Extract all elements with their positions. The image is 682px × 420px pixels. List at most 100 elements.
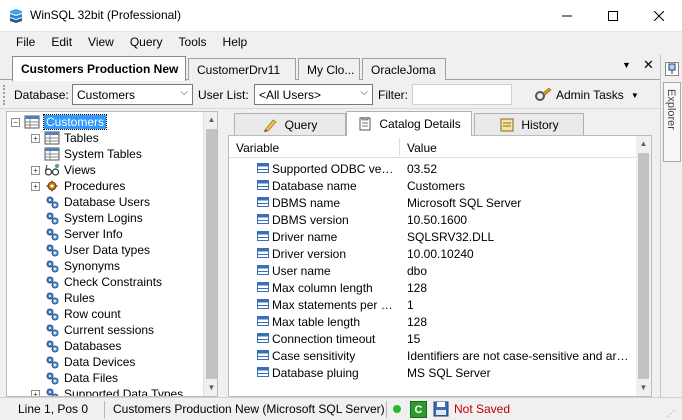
scroll-up-icon[interactable]: ▲ xyxy=(204,112,217,128)
table-row[interactable]: DBMS name Microsoft SQL Server xyxy=(229,194,637,211)
tab-query[interactable]: Query xyxy=(234,113,346,135)
close-button[interactable] xyxy=(636,0,682,31)
grid-header: Variable Value xyxy=(229,136,637,158)
tab-my-clo[interactable]: My Clo... xyxy=(298,58,360,80)
table-row[interactable]: Max statements per con... 1 xyxy=(229,296,637,313)
tree-item[interactable]: Row count xyxy=(44,306,121,322)
tree-item[interactable]: Databases xyxy=(44,338,121,354)
property-icon xyxy=(257,265,269,275)
resize-grip-icon[interactable]: ⋰ xyxy=(667,409,675,418)
table-row[interactable]: Database pluing MS SQL Server xyxy=(229,364,637,381)
table-row[interactable]: Supported ODBC version 03.52 xyxy=(229,160,637,177)
property-icon xyxy=(257,180,269,190)
row-variable: Database pluing xyxy=(272,366,359,380)
tab-list-dropdown-icon[interactable]: ▼ xyxy=(622,60,631,70)
scroll-down-icon[interactable]: ▼ xyxy=(636,380,651,396)
column-header-variable[interactable]: Variable xyxy=(236,141,279,155)
tree-item[interactable]: Rules xyxy=(44,290,95,306)
tree-item[interactable]: Current sessions xyxy=(44,322,154,338)
expand-icon[interactable]: + xyxy=(31,389,40,396)
table-row[interactable]: Driver version 10.00.10240 xyxy=(229,245,637,262)
expand-icon[interactable]: + xyxy=(31,181,40,191)
filter-input[interactable] xyxy=(412,84,512,105)
user-list-select-value: <All Users> xyxy=(259,88,322,102)
pin-icon[interactable] xyxy=(665,62,679,76)
table-row[interactable]: Case sensitivity Identifiers are not case… xyxy=(229,347,637,364)
tree-item-label: Rules xyxy=(64,291,95,305)
explorer-panel: Explorer xyxy=(660,54,682,397)
tab-oraclejoma[interactable]: OracleJoma xyxy=(362,58,446,80)
tree-item[interactable]: Check Constraints xyxy=(44,274,162,290)
menu-tools[interactable]: Tools xyxy=(171,32,215,54)
row-value: 128 xyxy=(407,281,428,295)
database-select[interactable]: Customers ⌵ xyxy=(72,84,193,105)
tab-close-icon[interactable]: ✕ xyxy=(643,57,654,73)
procedure-icon xyxy=(46,180,58,192)
title-bar: WinSQL 32bit (Professional) xyxy=(0,0,682,32)
tree-item[interactable]: Data Devices xyxy=(44,354,135,370)
menu-view[interactable]: View xyxy=(80,32,122,54)
tree-item[interactable]: Server Info xyxy=(44,226,123,242)
property-icon xyxy=(257,231,269,241)
toolbar-grip[interactable] xyxy=(3,85,7,105)
row-value: SQLSRV32.DLL xyxy=(407,230,495,244)
tree-item[interactable]: Data Files xyxy=(44,370,118,386)
expand-icon[interactable]: + xyxy=(31,133,40,143)
grid-scroll-thumb[interactable] xyxy=(638,153,649,379)
tree-item-label: Data Devices xyxy=(64,355,136,369)
menu-query[interactable]: Query xyxy=(122,32,171,54)
menu-edit[interactable]: Edit xyxy=(43,32,80,54)
tree-item[interactable]: + Supported Data Types xyxy=(31,386,183,396)
minimize-button[interactable] xyxy=(544,0,590,31)
admin-tasks-button[interactable]: Admin Tasks ▼ xyxy=(534,84,652,106)
tab-customerdrv11[interactable]: CustomerDrv11 xyxy=(188,58,296,80)
menu-file[interactable]: File xyxy=(0,32,43,54)
tree-item[interactable]: Synonyms xyxy=(44,258,120,274)
explorer-side-tab[interactable]: Explorer xyxy=(663,82,681,162)
table-row[interactable]: DBMS version 10.50.1600 xyxy=(229,211,637,228)
menu-help[interactable]: Help xyxy=(215,32,256,54)
row-value: 10.00.10240 xyxy=(407,247,474,261)
tab-catalog-details[interactable]: Catalog Details xyxy=(346,111,472,136)
commit-mode-icon[interactable]: C xyxy=(410,401,427,418)
table-row[interactable]: Connection timeout 15 xyxy=(229,330,637,347)
tree-item[interactable]: User Data types xyxy=(44,242,150,258)
row-variable: DBMS name xyxy=(272,196,341,210)
tree-item[interactable]: + Views xyxy=(31,162,96,178)
scroll-down-icon[interactable]: ▼ xyxy=(204,380,217,396)
table-row[interactable]: Database name Customers xyxy=(229,177,637,194)
tree-item[interactable]: System Tables xyxy=(44,146,142,162)
maximize-button[interactable] xyxy=(590,0,636,31)
table-row[interactable]: User name dbo xyxy=(229,262,637,279)
table-row[interactable]: Driver name SQLSRV32.DLL xyxy=(229,228,637,245)
user-list-select[interactable]: <All Users> ⌵ xyxy=(254,84,373,105)
tab-history[interactable]: History xyxy=(474,113,584,135)
property-icon xyxy=(257,282,269,292)
column-header-value[interactable]: Value xyxy=(407,141,437,155)
table-row[interactable]: Max column length 128 xyxy=(229,279,637,296)
tree-item-label: Database Users xyxy=(64,195,151,209)
gear-icon xyxy=(46,324,59,337)
tree-scrollbar[interactable]: ▲ ▼ xyxy=(203,112,217,396)
expand-icon[interactable]: + xyxy=(31,165,40,175)
column-divider[interactable] xyxy=(399,138,400,156)
property-icon xyxy=(257,316,269,326)
caret-down-icon: ▼ xyxy=(630,90,639,100)
tree-item[interactable]: Database Users xyxy=(44,194,150,210)
tree-item[interactable]: System Logins xyxy=(44,210,143,226)
gear-icon xyxy=(46,276,59,289)
tree-scroll-thumb[interactable] xyxy=(206,129,217,379)
tab-label: CustomerDrv11 xyxy=(197,62,281,77)
tab-customers-production-new[interactable]: Customers Production New xyxy=(12,56,186,81)
property-icon xyxy=(257,214,269,224)
table-row[interactable]: Max table length 128 xyxy=(229,313,637,330)
scroll-up-icon[interactable]: ▲ xyxy=(636,136,651,152)
tree-item[interactable]: + Procedures xyxy=(31,178,125,194)
explorer-label: Explorer xyxy=(665,89,677,130)
tree-root[interactable]: − Customers xyxy=(11,114,108,130)
property-icon xyxy=(257,299,269,309)
tree-item[interactable]: + Tables xyxy=(31,130,99,146)
collapse-icon[interactable]: − xyxy=(11,117,20,127)
gear-icon xyxy=(46,308,59,321)
grid-scrollbar[interactable]: ▲ ▼ xyxy=(636,136,651,396)
